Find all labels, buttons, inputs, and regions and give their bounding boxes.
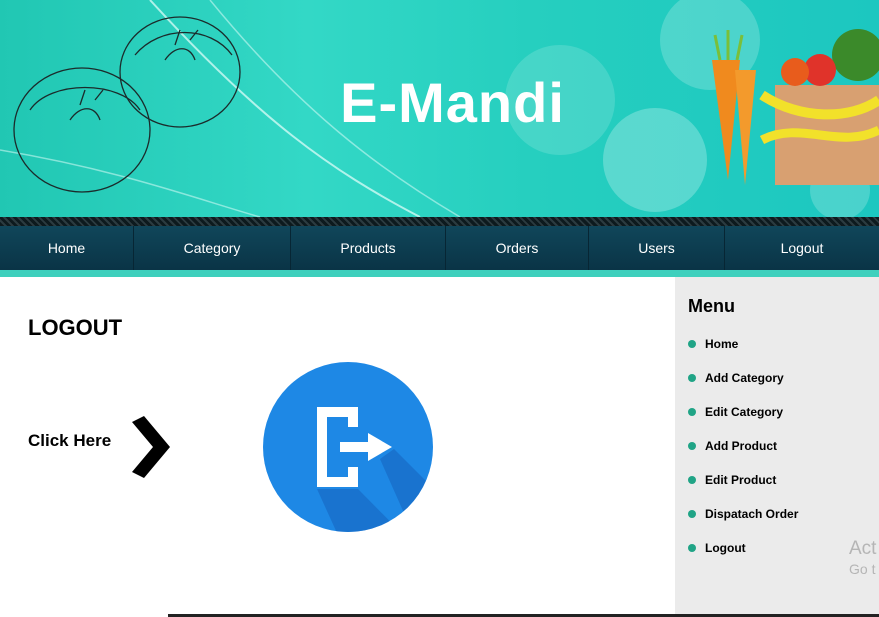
chevron-right-icon (132, 416, 170, 478)
nav-accent-bar (0, 270, 879, 277)
sidebar-item-label: Edit Product (705, 473, 777, 487)
sidebar-menu: Home Add Category Edit Category Add Prod… (688, 327, 798, 565)
top-navigation: Home Category Products Orders Users Logo… (0, 226, 879, 270)
sidebar-item-label: Dispatach Order (705, 507, 799, 521)
sidebar-item-label: Edit Category (705, 405, 784, 419)
nav-users[interactable]: Users (589, 226, 725, 270)
activation-watermark: Act Go t (849, 538, 876, 578)
decorative-strip (0, 217, 879, 226)
bullet-icon (688, 340, 696, 348)
sidebar-title: Menu (688, 296, 735, 316)
sidebar-item-logout[interactable]: Logout (688, 531, 798, 565)
bullet-icon (688, 374, 696, 382)
nav-products[interactable]: Products (291, 226, 446, 270)
header-banner: E-Mandi (0, 0, 879, 217)
bullet-icon (688, 442, 696, 450)
main-content: LOGOUT Click Here (0, 277, 675, 617)
page-title: LOGOUT (28, 315, 123, 340)
click-here-label: Click Here (28, 431, 112, 450)
sidebar-item-add-category[interactable]: Add Category (688, 361, 798, 395)
bullet-icon (688, 510, 696, 518)
sidebar-item-edit-product[interactable]: Edit Product (688, 463, 798, 497)
sidebar-item-label: Add Category (705, 371, 784, 385)
nav-logout[interactable]: Logout (725, 226, 879, 270)
bullet-icon (688, 476, 696, 484)
sidebar: Menu Home Add Category Edit Category Add… (675, 277, 879, 617)
sidebar-item-label: Add Product (705, 439, 777, 453)
watermark-line-2: Go t (849, 560, 876, 577)
sidebar-item-edit-category[interactable]: Edit Category (688, 395, 798, 429)
sidebar-item-add-product[interactable]: Add Product (688, 429, 798, 463)
site-title: E-Mandi (340, 71, 565, 134)
nav-category[interactable]: Category (134, 226, 291, 270)
bullet-icon (688, 544, 696, 552)
sidebar-item-label: Logout (705, 541, 746, 555)
nav-home[interactable]: Home (0, 226, 134, 270)
sidebar-item-dispatch-order[interactable]: Dispatach Order (688, 497, 798, 531)
logout-icon[interactable] (262, 361, 434, 533)
sidebar-item-home[interactable]: Home (688, 327, 798, 361)
watermark-line-1: Act (849, 538, 877, 559)
nav-orders[interactable]: Orders (446, 226, 589, 270)
bullet-icon (688, 408, 696, 416)
sidebar-item-label: Home (705, 337, 739, 351)
